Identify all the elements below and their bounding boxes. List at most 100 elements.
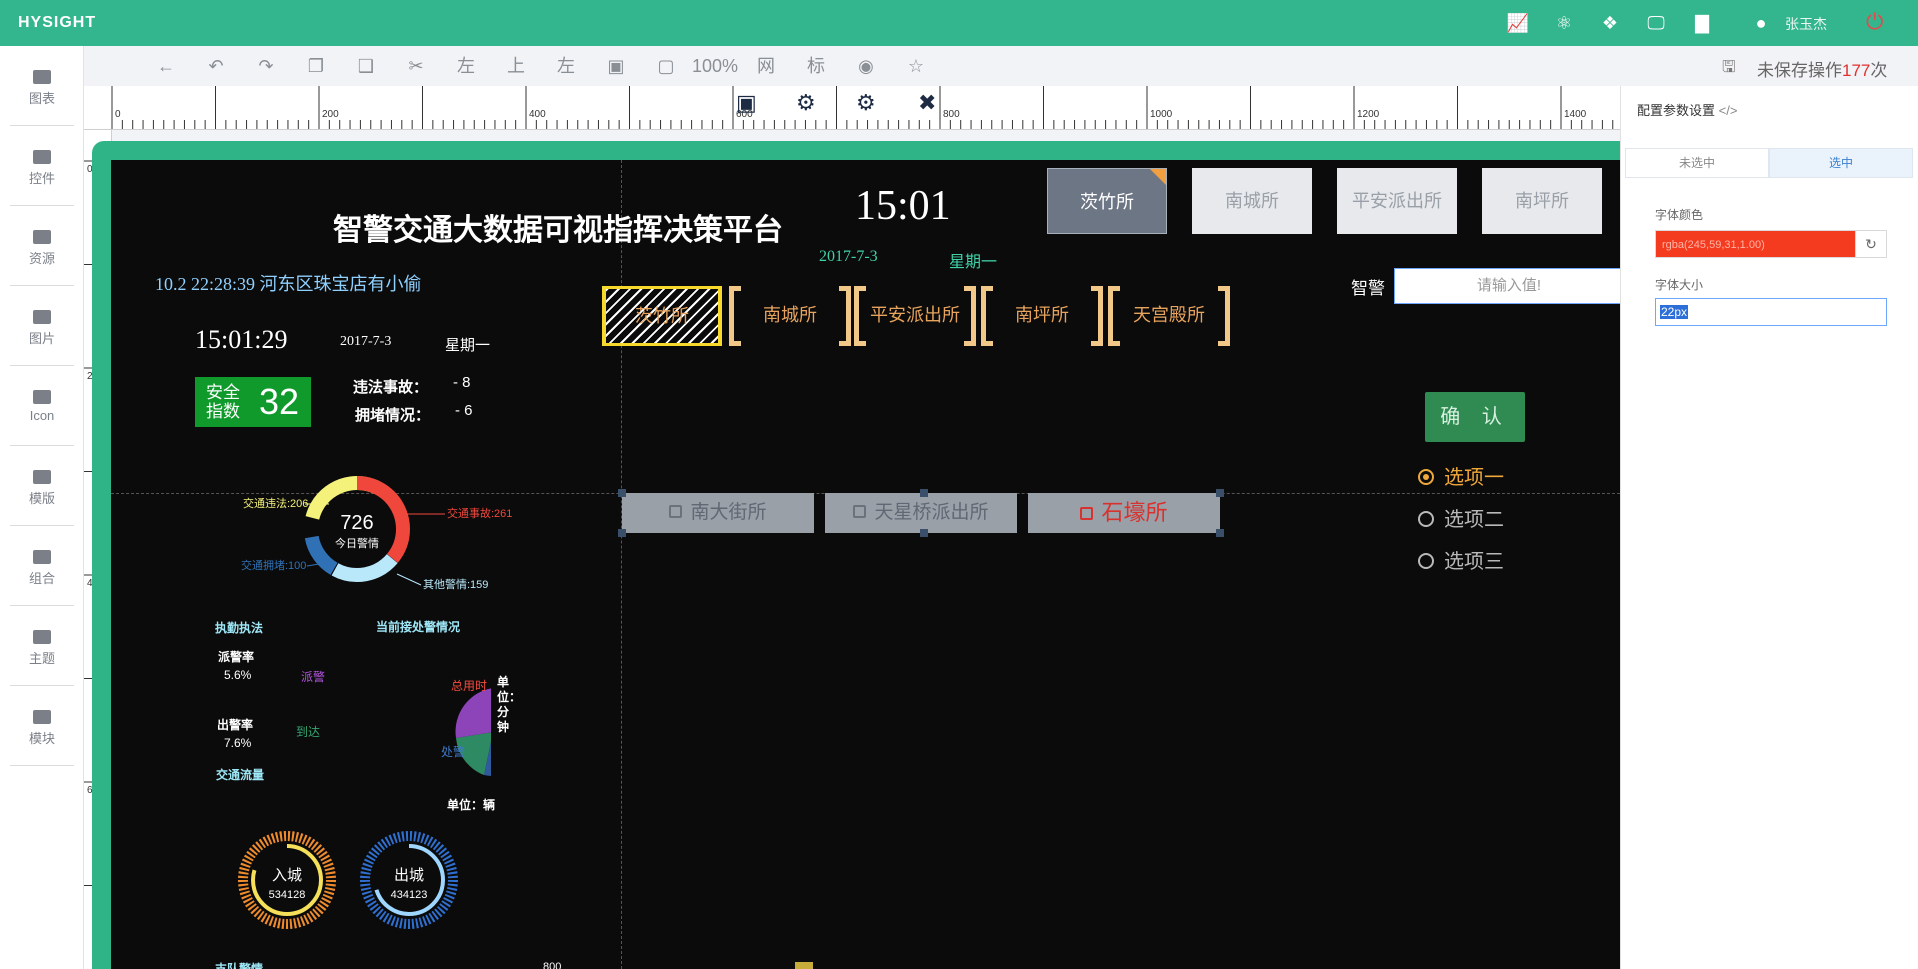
safety-index-value: 32: [259, 381, 300, 422]
fit-icon[interactable]: ▣: [604, 54, 628, 78]
tab-nanping[interactable]: 南坪所: [1482, 168, 1602, 234]
confirm-button[interactable]: 确 认: [1425, 392, 1525, 442]
gear-icon[interactable]: ⚙: [796, 90, 816, 116]
bracket-tab-nanping[interactable]: 南坪所: [981, 286, 1103, 346]
alarm-donut-chart[interactable]: 726 今日警情 交通违法:206 交通事故:261 交通拥堵:100 其他警情…: [211, 460, 531, 620]
pie-unit: 单位：分钟: [497, 675, 522, 734]
line-chart-icon[interactable]: 📈: [1505, 10, 1531, 36]
code-icon[interactable]: </>: [1719, 103, 1738, 118]
checkbox-shihao[interactable]: 石壕所: [1028, 493, 1220, 533]
bracket-tab-tiangong[interactable]: 天宫殿所: [1108, 286, 1230, 346]
big-weekday[interactable]: 星期一: [949, 248, 997, 272]
puzzle-icon[interactable]: ❖: [1597, 10, 1623, 36]
ruler-label: 1400: [1564, 109, 1587, 120]
sidebar-item-resource[interactable]: 资源: [0, 206, 84, 286]
star-icon[interactable]: ☆: [904, 54, 928, 78]
user-name[interactable]: 张玉杰: [1785, 14, 1827, 34]
tab-selected[interactable]: 选中: [1769, 148, 1913, 178]
grid-toggle[interactable]: 网: [754, 54, 778, 78]
bracket-tab-nancheng[interactable]: 南城所: [729, 286, 851, 346]
sidebar-item-label: 模块: [28, 731, 55, 746]
ruler-label: 400: [529, 109, 546, 120]
traffic-gauges[interactable]: 入城 534128 出城 434123: [237, 830, 477, 940]
preview-eye-icon[interactable]: ◉: [854, 54, 878, 78]
toolbar: ← ↶ ↷ ❐ ❑ ✂ 左 上 左 ▣ ▢ 100% 网 标 ◉ ☆: [84, 46, 1918, 86]
monitor-icon[interactable]: 🖵: [1643, 10, 1669, 36]
tab-unselected[interactable]: 未选中: [1625, 148, 1769, 178]
pie-label-dispatch: 派警: [301, 670, 326, 684]
section-current-alarm: 当前接处警情况: [376, 620, 461, 634]
sidebar-item-group[interactable]: 组合: [0, 526, 84, 606]
copy-icon[interactable]: ❐: [304, 54, 328, 78]
paste-icon[interactable]: ❑: [354, 54, 378, 78]
radio-option-1[interactable]: 选项一: [1418, 461, 1504, 490]
sidebar-item-label: Icon: [29, 408, 55, 423]
radio-icon: [1418, 553, 1434, 569]
sidebar-item-module[interactable]: 模块: [0, 686, 84, 766]
weekday-small[interactable]: 星期一: [445, 334, 490, 355]
big-clock[interactable]: 15:01: [855, 182, 951, 230]
alert-marquee[interactable]: 10.2 22:28:39 河东区珠宝店有小偷: [155, 270, 485, 294]
date-small[interactable]: 2017-7-3: [340, 334, 391, 350]
clock-small[interactable]: 15:01:29: [195, 325, 287, 355]
power-icon[interactable]: ⏻: [1866, 9, 1883, 35]
resize-icon[interactable]: ▢: [654, 54, 678, 78]
radio-option-3[interactable]: 选项三: [1418, 545, 1504, 574]
team-alarm-label: 支队警情: [215, 962, 264, 969]
save-icon[interactable]: 🖫: [1722, 56, 1736, 83]
sidebar-item-icon[interactable]: Icon: [0, 366, 84, 446]
left-sidebar: 图表 控件 资源 图片 Icon 模版 组合 主题 模块: [0, 46, 84, 969]
font-size-input[interactable]: 22px: [1655, 298, 1887, 326]
checkbox-nandajie[interactable]: 南大街所: [622, 493, 814, 533]
bracket-tab-pingan[interactable]: 平安派出所: [854, 286, 976, 346]
bracket-tab-cizhu[interactable]: 茨竹所: [602, 286, 722, 346]
big-date[interactable]: 2017-7-3: [819, 248, 878, 266]
cube-icon[interactable]: ▣: [736, 90, 757, 116]
sidebar-item-template[interactable]: 模版: [0, 446, 84, 526]
section-duty: 执勤执法: [215, 621, 264, 635]
dashboard-title[interactable]: 智警交通大数据可视指挥决策平台: [333, 205, 783, 249]
checkbox-icon: [669, 505, 683, 518]
font-color-field[interactable]: rgba(245,59,31,1.00): [1655, 230, 1887, 258]
cut-icon[interactable]: ✂: [404, 54, 428, 78]
tab-pingan[interactable]: 平安派出所: [1337, 168, 1457, 234]
redo-icon[interactable]: ↷: [254, 54, 278, 78]
design-canvas[interactable]: 智警交通大数据可视指挥决策平台 15:01 2017-7-3 星期一 茨竹所 南…: [111, 160, 1620, 969]
align-top-button[interactable]: 上: [504, 54, 528, 78]
book-icon: [33, 390, 51, 404]
pie-label-arrive: 到达: [296, 725, 321, 739]
close-icon[interactable]: ✖: [918, 90, 936, 116]
user-icon[interactable]: ●: [1748, 10, 1774, 36]
reset-color-icon[interactable]: ↻: [1855, 230, 1887, 258]
traffic-flow-label: 交通流量: [216, 768, 265, 782]
tab-label: 南坪所: [1015, 305, 1069, 325]
zoom-level[interactable]: 100%: [692, 54, 738, 78]
unsaved-count: 177: [1842, 61, 1871, 80]
outgoing-rate-label: 出警率: [217, 718, 254, 732]
ruler-toggle[interactable]: 标: [804, 54, 828, 78]
safety-index-card[interactable]: 安全指数 32: [195, 377, 311, 427]
align-left-button[interactable]: 左: [454, 54, 478, 78]
dispatch-rate-label: 派警率: [218, 650, 255, 664]
checkbox-tianxingqiao[interactable]: 天星桥派出所: [825, 493, 1017, 533]
sidebar-item-chart[interactable]: 图表: [0, 46, 84, 126]
pie-icon: [33, 630, 51, 644]
tab-nancheng[interactable]: 南城所: [1192, 168, 1312, 234]
atom-icon[interactable]: ⚛: [1551, 10, 1577, 36]
sidebar-item-widget[interactable]: 控件: [0, 126, 84, 206]
checkbox-label: 南大街所: [690, 502, 767, 523]
undo-icon[interactable]: ↶: [204, 54, 228, 78]
back-arrow-icon[interactable]: ←: [154, 54, 178, 78]
tab-cizhu[interactable]: 茨竹所: [1047, 168, 1167, 234]
sidebar-item-image[interactable]: 图片: [0, 286, 84, 366]
gauge-out-label: 出城: [394, 867, 424, 884]
value-input[interactable]: 请输入值!: [1394, 268, 1620, 304]
dispatch-rate-value: 5.6%: [224, 668, 252, 682]
radio-option-2[interactable]: 选项二: [1418, 503, 1504, 532]
sidebar-item-theme[interactable]: 主题: [0, 606, 84, 686]
align-left2-button[interactable]: 左: [554, 54, 578, 78]
gears-icon[interactable]: ⚙: [856, 90, 876, 116]
tab-label: 南坪所: [1515, 191, 1569, 211]
bottom-bar-mark: [795, 962, 813, 969]
bar-chart-icon[interactable]: ▇: [1689, 10, 1715, 36]
